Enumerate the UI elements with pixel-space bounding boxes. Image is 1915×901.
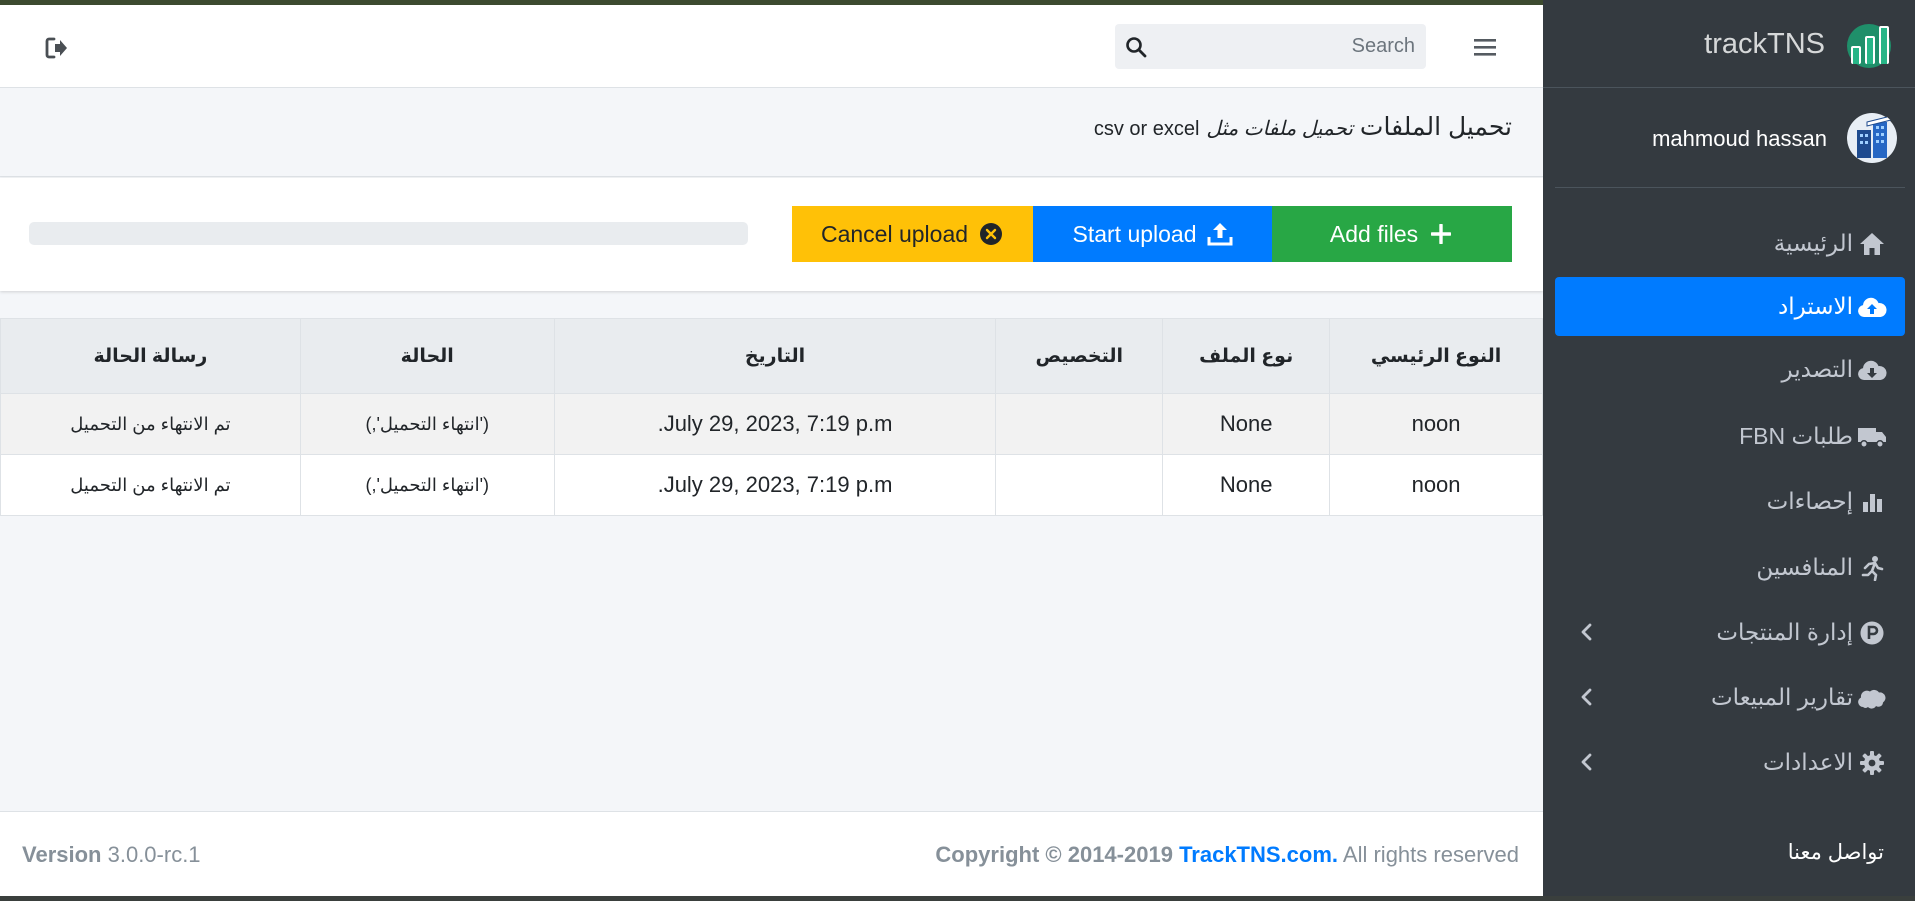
avatar bbox=[1847, 113, 1897, 163]
column-header[interactable]: نوع الملف bbox=[1162, 318, 1331, 394]
sidebar-item-sales-reports[interactable]: تقارير المبيعات bbox=[1555, 668, 1905, 727]
sidebar-item-product-management[interactable]: إدارة المنتجات bbox=[1555, 603, 1905, 662]
sidebar-item-label: إدارة المنتجات bbox=[1716, 619, 1853, 645]
brand-name: trackTNS bbox=[1704, 28, 1825, 60]
sidebar-item-label: الاستراد bbox=[1777, 293, 1853, 319]
cancel-upload-button[interactable]: Cancel upload bbox=[792, 206, 1033, 262]
user-panel: mahmoud hassan bbox=[1555, 88, 1905, 188]
add-files-label: Add files bbox=[1329, 220, 1419, 247]
home-icon bbox=[1857, 229, 1887, 259]
copyright-suffix: All rights reserved bbox=[1342, 842, 1519, 867]
version-value: 3.0.0-rc.1 bbox=[107, 842, 201, 867]
truck-icon bbox=[1857, 422, 1887, 452]
uploads-table: النوع الرئيسي نوع الملف التخصيص التاريخ … bbox=[0, 318, 1543, 516]
sidebar-item-label: تقارير المبيعات bbox=[1711, 684, 1853, 710]
table-cell: تم الانتهاء من التحميل bbox=[0, 454, 301, 516]
upload-progress-bar bbox=[29, 222, 748, 245]
salesforce-icon bbox=[1857, 683, 1887, 713]
chevron-left-icon bbox=[1581, 623, 1592, 641]
sidebar-item-export[interactable]: التصدير bbox=[1555, 340, 1905, 399]
chevron-left-icon bbox=[1581, 753, 1592, 771]
page-title: تحميل الملفات bbox=[1359, 113, 1512, 141]
tracktns-link[interactable]: TrackTNS.com. bbox=[1179, 842, 1338, 867]
sidebar-item-label: المنافسين bbox=[1756, 554, 1853, 580]
start-upload-button[interactable]: Start upload bbox=[1033, 206, 1272, 262]
contact-us-link[interactable]: تواصل معنا bbox=[1788, 840, 1884, 865]
table-cell: July 29, 2023, 7:19 p.m. bbox=[553, 454, 997, 516]
table-cell: ('انتهاء التحميل',) bbox=[299, 393, 555, 455]
logout-button[interactable] bbox=[42, 33, 72, 63]
table-row: noon None July 29, 2023, 7:19 p.m. ('انت… bbox=[0, 454, 1543, 516]
table-cell: July 29, 2023, 7:19 p.m. bbox=[553, 393, 997, 455]
table-cell bbox=[995, 454, 1164, 516]
page-title-block: تحميل الملفات تحميل ملفات مثل csv or exc… bbox=[1094, 112, 1512, 142]
search-box bbox=[1115, 24, 1426, 69]
sidebar-item-label: إحصاءات bbox=[1766, 488, 1853, 514]
upload-card: Cancel upload Start upload Add files bbox=[0, 178, 1543, 291]
sidebar-item-label: طلبات FBN bbox=[1739, 423, 1853, 449]
page-subtitle-formats: csv or excel bbox=[1093, 118, 1200, 140]
cloud-download-icon bbox=[1857, 355, 1887, 385]
add-files-button[interactable]: Add files bbox=[1272, 206, 1512, 262]
sidebar-item-competitors[interactable]: المنافسين bbox=[1555, 538, 1905, 597]
footer: Version 3.0.0-rc.1 Copyright © 2014-2019… bbox=[0, 811, 1543, 896]
sidebar-item-label: الاعدادات bbox=[1763, 749, 1853, 775]
plus-icon bbox=[1428, 221, 1454, 247]
sidebar-item-label: التصدير bbox=[1781, 356, 1853, 382]
brand-link[interactable]: trackTNS bbox=[1543, 0, 1915, 88]
tracktns-logo-icon bbox=[1847, 24, 1891, 68]
table-cell: noon bbox=[1329, 393, 1543, 455]
chevron-left-icon bbox=[1581, 688, 1592, 706]
table-cell: ('انتهاء التحميل',) bbox=[299, 454, 555, 516]
cancel-upload-label: Cancel upload bbox=[820, 220, 969, 247]
user-name[interactable]: mahmoud hassan bbox=[1652, 126, 1827, 152]
table-cell: None bbox=[1162, 393, 1331, 455]
table-cell bbox=[995, 393, 1164, 455]
sidebar-item-home[interactable]: الرئيسية bbox=[1555, 214, 1905, 273]
table-cell: noon bbox=[1329, 454, 1543, 516]
cloud-upload-icon bbox=[1857, 292, 1887, 322]
table-header-row: النوع الرئيسي نوع الملف التخصيص التاريخ … bbox=[0, 318, 1543, 394]
sidebar-item-statistics[interactable]: إحصاءات bbox=[1555, 472, 1905, 531]
hamburger-icon bbox=[1474, 39, 1496, 56]
main-content: تحميل الملفات تحميل ملفات مثل csv or exc… bbox=[0, 5, 1543, 896]
column-header[interactable]: النوع الرئيسي bbox=[1329, 318, 1543, 394]
sidebar-item-label: الرئيسية bbox=[1773, 230, 1853, 256]
menu-toggle-button[interactable] bbox=[1470, 32, 1500, 62]
table-cell: None bbox=[1162, 454, 1331, 516]
version-label: Version bbox=[22, 842, 102, 867]
column-header[interactable]: الحالة bbox=[299, 318, 555, 394]
table-row: noon None July 29, 2023, 7:19 p.m. ('انت… bbox=[0, 393, 1543, 455]
page-subtitle: تحميل ملفات مثل bbox=[1206, 118, 1353, 140]
copyright: Copyright © 2014-2019 TrackTNS.com. All … bbox=[935, 842, 1519, 868]
version-info: Version 3.0.0-rc.1 bbox=[22, 842, 201, 868]
parking-icon bbox=[1857, 618, 1887, 648]
upload-icon bbox=[1207, 221, 1233, 247]
bar-chart-icon bbox=[1857, 487, 1887, 517]
start-upload-label: Start upload bbox=[1072, 220, 1197, 247]
times-circle-icon bbox=[978, 221, 1004, 247]
content-header: تحميل الملفات تحميل ملفات مثل csv or exc… bbox=[0, 89, 1543, 177]
sidebar-item-settings[interactable]: الاعدادات bbox=[1555, 733, 1905, 792]
gear-icon bbox=[1857, 748, 1887, 778]
sidebar: trackTNS mahmoud hassan الرئيسية الاسترا… bbox=[1543, 0, 1915, 896]
top-navbar bbox=[0, 5, 1543, 88]
sidebar-item-import[interactable]: الاستراد bbox=[1555, 277, 1905, 336]
sidebar-item-fbn-orders[interactable]: طلبات FBN bbox=[1555, 407, 1905, 466]
running-icon bbox=[1857, 553, 1887, 583]
column-header[interactable]: التاريخ bbox=[553, 318, 997, 394]
search-input[interactable] bbox=[1155, 24, 1415, 69]
search-icon[interactable] bbox=[1125, 36, 1147, 58]
sign-out-icon bbox=[45, 37, 67, 59]
table-cell: تم الانتهاء من التحميل bbox=[0, 393, 301, 455]
column-header[interactable]: رسالة الحالة bbox=[0, 318, 301, 394]
copyright-prefix: Copyright © 2014-2019 bbox=[935, 842, 1173, 867]
column-header[interactable]: التخصيص bbox=[995, 318, 1164, 394]
desktop-strip-bottom bbox=[0, 896, 1915, 901]
